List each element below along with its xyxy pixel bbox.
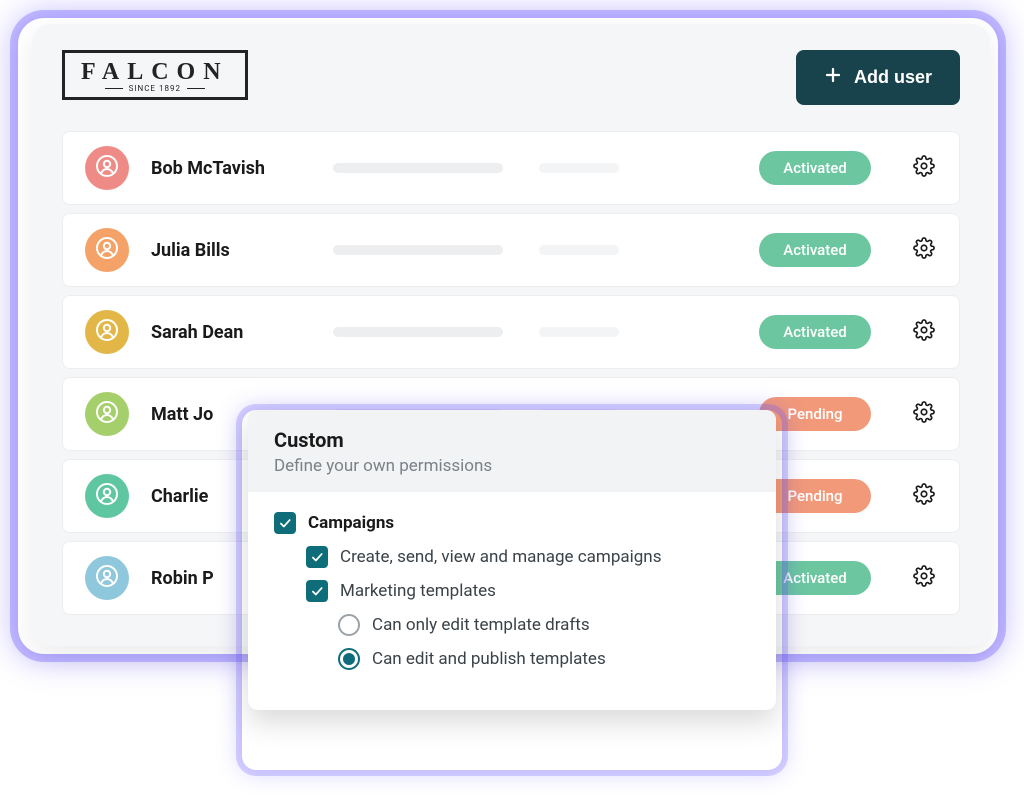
placeholder-bar — [539, 327, 619, 337]
popover-body: Campaigns Create, send, view and manage … — [248, 492, 776, 710]
status-badge: Activated — [759, 315, 871, 349]
user-settings-button[interactable] — [911, 319, 937, 345]
user-name: Sarah Dean — [151, 322, 311, 343]
user-name: Julia Bills — [151, 240, 311, 261]
user-row: Julia Bills Activated — [62, 213, 960, 287]
user-icon — [95, 564, 119, 592]
checkbox-campaigns[interactable] — [274, 512, 296, 534]
plus-icon — [824, 66, 842, 89]
radio-edit-publish[interactable] — [338, 648, 360, 670]
gear-icon — [913, 483, 935, 509]
status-badge: Activated — [759, 151, 871, 185]
placeholder-bar — [333, 327, 503, 337]
placeholder-bar — [539, 163, 619, 173]
option-label: Can only edit template drafts — [372, 615, 590, 635]
user-settings-button[interactable] — [911, 565, 937, 591]
gear-icon — [913, 565, 935, 591]
status-badge: Activated — [759, 233, 871, 267]
add-user-button[interactable]: Add user — [796, 50, 960, 105]
placeholder-bars — [333, 245, 737, 255]
placeholder-bars — [333, 163, 737, 173]
popover-header: Custom Define your own permissions — [248, 410, 776, 492]
gear-icon — [913, 319, 935, 345]
avatar — [85, 474, 129, 518]
gear-icon — [913, 401, 935, 427]
user-icon — [95, 236, 119, 264]
permission-label: Create, send, view and manage campaigns — [340, 547, 661, 567]
checkbox-marketing-templates[interactable] — [306, 580, 328, 602]
user-icon — [95, 482, 119, 510]
permission-label: Marketing templates — [340, 581, 496, 601]
placeholder-bars — [333, 327, 737, 337]
permissions-popover: Custom Define your own permissions Campa… — [248, 410, 776, 710]
gear-icon — [913, 237, 935, 263]
gear-icon — [913, 155, 935, 181]
placeholder-bar — [539, 245, 619, 255]
user-name: Bob McTavish — [151, 158, 311, 179]
avatar — [85, 556, 129, 600]
option-label: Can edit and publish templates — [372, 649, 606, 669]
permission-marketing-templates: Marketing templates — [306, 580, 750, 602]
permission-create-send: Create, send, view and manage campaigns — [306, 546, 750, 568]
panel-header: FALCON SINCE 1892 Add user — [62, 50, 960, 105]
brand-tagline: SINCE 1892 — [129, 84, 181, 93]
user-settings-button[interactable] — [911, 483, 937, 509]
avatar — [85, 310, 129, 354]
user-icon — [95, 400, 119, 428]
option-edit-publish: Can edit and publish templates — [338, 648, 750, 670]
avatar — [85, 146, 129, 190]
popover-title: Custom — [274, 428, 750, 452]
avatar — [85, 392, 129, 436]
user-row: Sarah Dean Activated — [62, 295, 960, 369]
user-row: Bob McTavish Activated — [62, 131, 960, 205]
radio-edit-drafts[interactable] — [338, 614, 360, 636]
placeholder-bar — [333, 245, 503, 255]
option-edit-drafts: Can only edit template drafts — [338, 614, 750, 636]
user-settings-button[interactable] — [911, 155, 937, 181]
user-settings-button[interactable] — [911, 237, 937, 263]
user-icon — [95, 318, 119, 346]
brand-name: FALCON — [81, 59, 229, 86]
user-icon — [95, 154, 119, 182]
avatar — [85, 228, 129, 272]
placeholder-bar — [333, 163, 503, 173]
brand-logo: FALCON SINCE 1892 — [62, 50, 248, 100]
checkbox-create-send[interactable] — [306, 546, 328, 568]
permission-label: Campaigns — [308, 513, 394, 533]
popover-subtitle: Define your own permissions — [274, 456, 750, 476]
add-user-label: Add user — [854, 67, 932, 88]
permission-campaigns: Campaigns — [274, 512, 750, 534]
user-settings-button[interactable] — [911, 401, 937, 427]
